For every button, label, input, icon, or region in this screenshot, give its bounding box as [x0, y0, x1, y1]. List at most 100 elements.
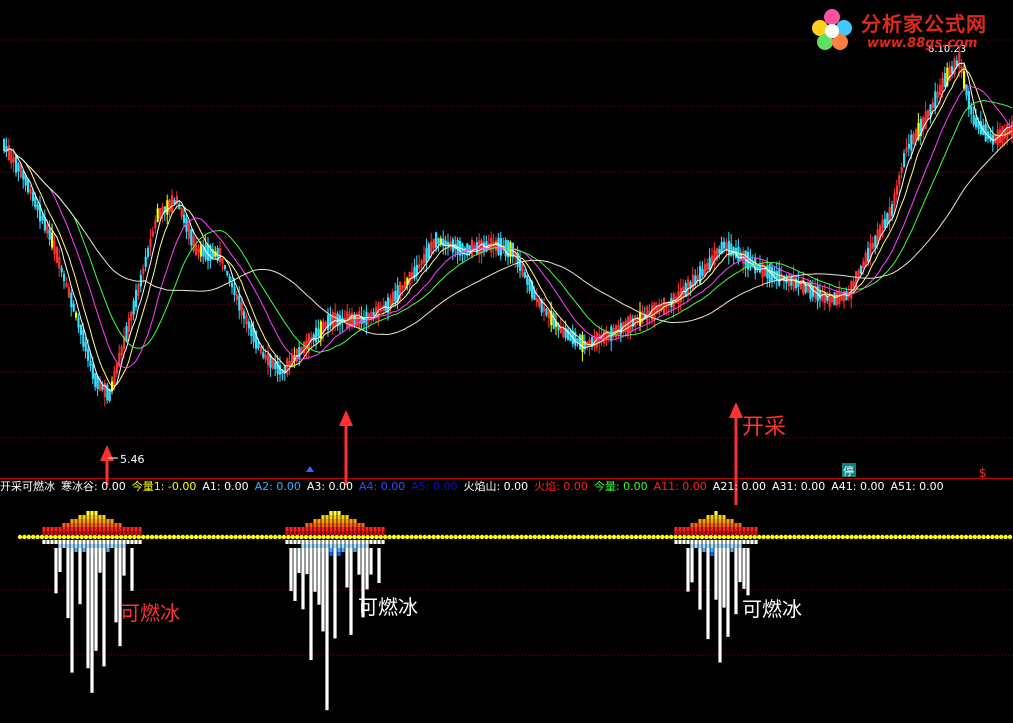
baseline-dot [479, 534, 485, 540]
fire-segment [309, 531, 313, 535]
ice-segment [690, 544, 694, 548]
ice-segment [90, 540, 94, 544]
ice-segment [694, 540, 698, 544]
fire-segment [54, 531, 58, 535]
baseline-dot [972, 534, 977, 540]
baseline-dot [911, 534, 916, 540]
candle-body [91, 364, 94, 379]
ice-segment [313, 544, 317, 548]
ice-volume-bar [293, 548, 297, 601]
logo-url[interactable]: www.88gs.com [867, 36, 977, 51]
baseline-dot [532, 534, 537, 540]
baseline-dot [765, 534, 771, 540]
baseline-dot [66, 534, 71, 540]
fire-segment [361, 527, 365, 531]
ice-segment [698, 540, 702, 544]
ice-segment [730, 540, 734, 544]
fire-segment [134, 527, 138, 531]
ice-volume-bar [301, 548, 305, 610]
ice-segment [42, 540, 46, 544]
ice-segment [321, 544, 325, 548]
ice-segment [130, 540, 134, 544]
ice-segment [94, 544, 98, 548]
fire-segment [337, 531, 341, 535]
ice-volume-bar [94, 548, 98, 651]
baseline-dot [572, 534, 577, 540]
candle-body [389, 298, 392, 306]
ice-volume-bar [58, 548, 62, 572]
fire-segment [329, 519, 333, 523]
baseline-dot [941, 534, 947, 540]
candle-body [425, 247, 428, 263]
ice-segment [690, 540, 694, 544]
ice-volume-bar [746, 548, 750, 596]
formula-name[interactable]: 开采可燃冰 [0, 480, 55, 493]
ice-segment [710, 544, 714, 548]
candle-body [943, 72, 946, 88]
candle-body [430, 241, 433, 254]
baseline-dot [875, 534, 881, 540]
fire-segment [377, 531, 381, 535]
fire-segment [738, 523, 742, 527]
candle-body [151, 231, 154, 237]
baseline-dot [44, 534, 49, 540]
fire-segment [702, 519, 706, 523]
fire-segment [66, 527, 70, 531]
baseline-dot [185, 534, 190, 540]
ice-segment [110, 544, 114, 548]
baseline-dot [906, 534, 911, 540]
site-logo: 分析家公式网 www.88gs.com [805, 6, 1005, 56]
candle-body [156, 208, 159, 222]
baseline-dot [365, 534, 370, 540]
fire-segment [702, 523, 706, 527]
ice-volume-bar [90, 548, 94, 693]
fire-segment [341, 523, 345, 527]
fire-segment [325, 531, 329, 535]
fire-segment [678, 531, 682, 535]
ice-volume-bar [54, 548, 58, 594]
baseline-dot [981, 534, 986, 540]
candle-body [718, 249, 721, 254]
fire-segment [329, 531, 333, 535]
stop-icon[interactable]: 停 [843, 464, 854, 478]
ice-segment [114, 540, 118, 544]
fire-segment [369, 531, 373, 535]
baseline-dot [396, 534, 401, 540]
ice-volume-bar [345, 548, 349, 588]
baseline-dot [937, 534, 942, 540]
ice-volume-bar [313, 548, 317, 592]
baseline-dot [497, 534, 502, 540]
fire-segment [58, 531, 62, 535]
candle-body [195, 244, 198, 256]
candle-body [84, 341, 87, 352]
stock-chart[interactable]: 5.46 6.10.23 停 $ 开采 可燃冰 可燃冰 可燃冰 [0, 0, 1013, 723]
baseline-dot [242, 534, 247, 540]
fire-segment [381, 527, 385, 531]
candle-body [279, 365, 282, 375]
candle-body [778, 267, 781, 286]
dollar-icon[interactable]: $ [979, 466, 987, 480]
candle-body [365, 311, 368, 326]
fire-segment [329, 523, 333, 527]
baseline-dot [902, 534, 907, 540]
fire-segment [66, 523, 70, 527]
ice-volume-bar [369, 548, 373, 575]
signal-arrow-head [100, 445, 114, 461]
flower-logo-icon [812, 9, 852, 50]
baseline-dot [713, 534, 718, 540]
candle-body [727, 240, 730, 256]
fire-segment [62, 531, 66, 535]
baseline-dot [233, 534, 238, 540]
ice-segment [106, 544, 110, 548]
baseline-dot [642, 534, 647, 540]
candle-body [895, 185, 898, 195]
candle-body [60, 267, 63, 273]
baseline-dot [686, 534, 691, 540]
ice-volume-bar [333, 548, 337, 639]
baseline-dot [286, 534, 291, 540]
fire-segment [70, 527, 74, 531]
candle-body [420, 260, 423, 265]
baseline-dot [743, 534, 749, 540]
candle-body [262, 352, 265, 358]
ice-segment [46, 540, 50, 544]
